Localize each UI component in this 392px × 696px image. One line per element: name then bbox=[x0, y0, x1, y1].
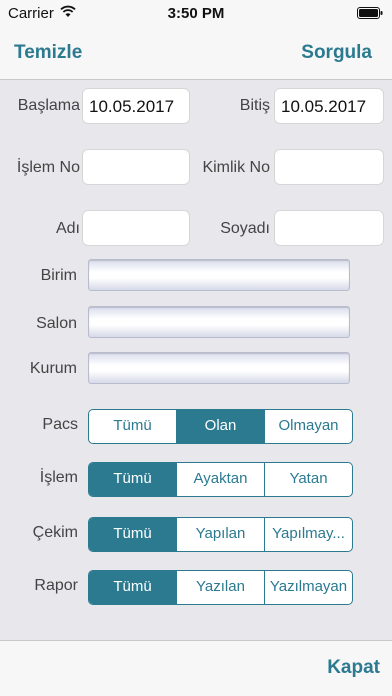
pacs-option-all[interactable]: Tümü bbox=[89, 410, 177, 443]
pacs-label: Pacs bbox=[42, 416, 78, 433]
islem-option-outpatient[interactable]: Ayaktan bbox=[177, 463, 265, 496]
identity-no-field[interactable] bbox=[274, 149, 384, 185]
rapor-option-all[interactable]: Tümü bbox=[89, 571, 177, 604]
start-date-label: Başlama bbox=[17, 97, 80, 114]
close-button[interactable]: Kapat bbox=[327, 657, 380, 679]
islem-option-inpatient[interactable]: Yatan bbox=[265, 463, 352, 496]
rapor-option-not-written[interactable]: Yazılmayan bbox=[265, 571, 352, 604]
name-field[interactable] bbox=[82, 210, 190, 246]
transaction-no-label: İşlem No bbox=[16, 159, 80, 176]
cekim-label: Çekim bbox=[32, 524, 78, 541]
clear-button[interactable]: Temizle bbox=[14, 42, 82, 64]
room-picker[interactable] bbox=[88, 306, 350, 338]
institution-picker[interactable] bbox=[88, 352, 350, 384]
unit-picker[interactable] bbox=[88, 259, 350, 291]
name-label: Adı bbox=[55, 220, 80, 237]
rapor-segmented-control[interactable]: Tümü Yazılan Yazılmayan bbox=[88, 570, 353, 605]
islem-segmented-control[interactable]: Tümü Ayaktan Yatan bbox=[88, 462, 353, 497]
pacs-segmented-control[interactable]: Tümü Olan Olmayan bbox=[88, 409, 353, 444]
identity-no-label: Kimlik No bbox=[202, 159, 270, 176]
cekim-option-not-done[interactable]: Yapılmay... bbox=[265, 518, 352, 551]
status-time: 3:50 PM bbox=[167, 5, 225, 22]
status-bar: Carrier 3:50 PM bbox=[0, 0, 392, 28]
pacs-option-missing[interactable]: Olmayan bbox=[265, 410, 352, 443]
navigation-bar: Temizle Sorgula bbox=[0, 28, 392, 80]
start-date-field[interactable]: 10.05.2017 bbox=[82, 88, 190, 124]
rapor-label: Rapor bbox=[34, 577, 78, 594]
end-date-label: Bitiş bbox=[239, 97, 270, 114]
battery-icon bbox=[357, 7, 383, 19]
islem-option-all[interactable]: Tümü bbox=[89, 463, 177, 496]
room-label: Salon bbox=[36, 315, 77, 332]
end-date-field[interactable]: 10.05.2017 bbox=[274, 88, 384, 124]
bottom-toolbar: Kapat bbox=[0, 640, 392, 696]
institution-label: Kurum bbox=[29, 360, 77, 377]
transaction-no-field[interactable] bbox=[82, 149, 190, 185]
cekim-option-all[interactable]: Tümü bbox=[89, 518, 177, 551]
cekim-segmented-control[interactable]: Tümü Yapılan Yapılmay... bbox=[88, 517, 353, 552]
unit-label: Birim bbox=[40, 267, 77, 284]
pacs-option-exists[interactable]: Olan bbox=[177, 410, 265, 443]
surname-field[interactable] bbox=[274, 210, 384, 246]
surname-label: Soyadı bbox=[220, 220, 270, 237]
query-button[interactable]: Sorgula bbox=[301, 42, 372, 64]
islem-label: İşlem bbox=[39, 469, 78, 486]
rapor-option-written[interactable]: Yazılan bbox=[177, 571, 265, 604]
cekim-option-done[interactable]: Yapılan bbox=[177, 518, 265, 551]
